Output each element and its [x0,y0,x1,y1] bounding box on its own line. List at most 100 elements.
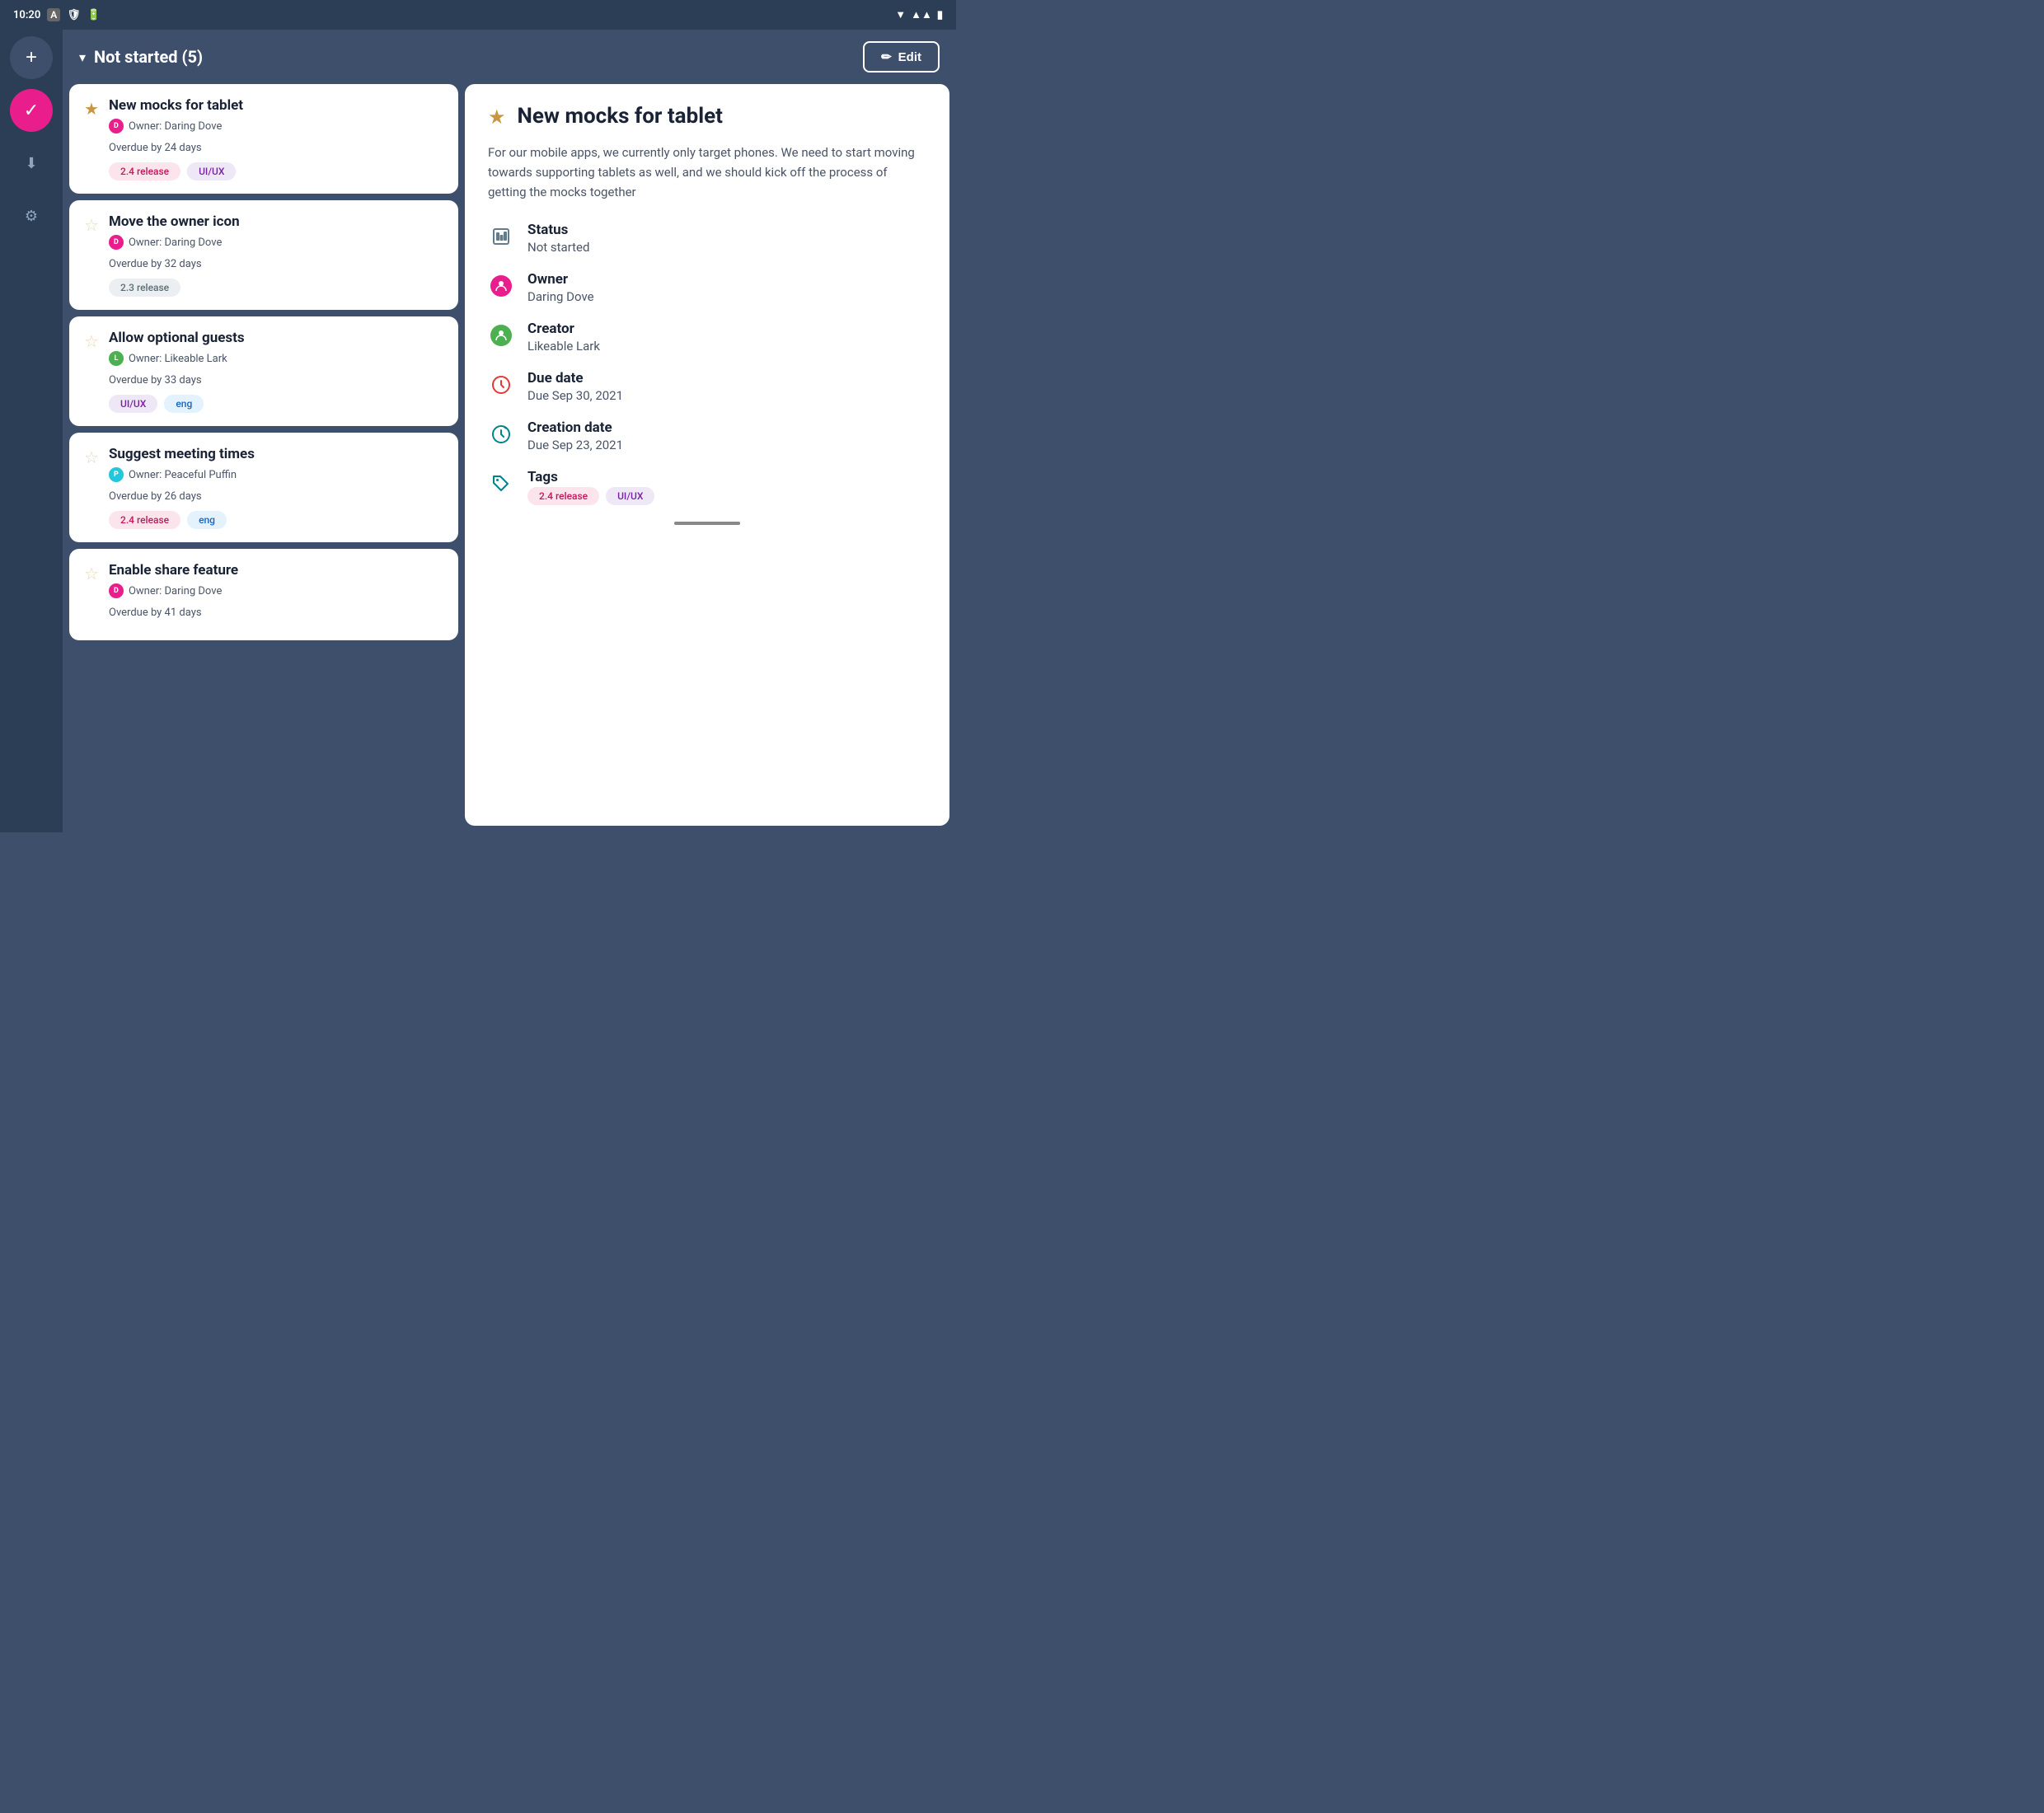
sidebar: + ✓ ⬇ ⚙ [0,30,63,832]
detail-field-owner: Owner Daring Dove [488,271,926,304]
detail-field-status: Status Not started [488,222,926,255]
star-filled-icon: ★ [488,105,506,129]
task-info: New mocks for tablet D Owner: Daring Dov… [109,97,443,137]
task-meta: D Owner: Daring Dove [109,583,443,598]
task-meta: D Owner: Daring Dove [109,119,443,134]
field-label: Creation date [527,419,926,436]
task-card[interactable]: ★ New mocks for tablet D Owner: Daring D… [69,84,458,194]
task-title: Suggest meeting times [109,446,443,462]
owner-avatar: L [109,351,124,366]
scroll-indicator [674,522,740,525]
edit-button[interactable]: ✏ Edit [863,41,940,73]
detail-field-creation-date: Creation date Due Sep 23, 2021 [488,419,926,452]
gear-icon: ⚙ [25,208,38,225]
fab-add-button[interactable]: + [10,36,53,79]
detail-field-due-date: Due date Due Sep 30, 2021 [488,370,926,403]
tag: eng [187,511,227,529]
task-info: Allow optional guests L Owner: Likeable … [109,330,443,369]
overdue-text: Overdue by 33 days [109,374,443,386]
owner-avatar: P [109,467,124,482]
sidebar-item-settings[interactable]: ⚙ [10,194,53,237]
sidebar-item-inbox[interactable]: ⬇ [10,142,53,185]
status-bar: 10:20 A 🛡 🔋 ▼ ▲▲ ▮ [0,0,956,30]
task-title: New mocks for tablet [109,97,443,114]
status-icon [488,223,514,250]
task-title: Allow optional guests [109,330,443,346]
task-card-header: ☆ Allow optional guests L Owner: Likeabl… [84,330,443,369]
sidebar-item-tasks[interactable]: ✓ [10,89,53,132]
task-info: Enable share feature D Owner: Daring Dov… [109,562,443,602]
task-list-panel: ★ New mocks for tablet D Owner: Daring D… [69,84,465,826]
pencil-icon: ✏ [881,49,892,64]
owner-avatar: D [109,583,124,598]
owner-name: Owner: Daring Dove [129,237,222,249]
tag: UI/UX [109,395,157,413]
detail-description: For our mobile apps, we currently only t… [488,143,926,202]
star-empty-icon: ☆ [84,564,99,583]
field-value: Due Sep 30, 2021 [527,388,926,403]
creator-icon [488,322,514,349]
owner-name: Owner: Daring Dove [129,585,222,597]
owner-name: Owner: Peaceful Puffin [129,469,237,481]
header: ▾ Not started (5) ✏ Edit [63,30,956,84]
task-tags: 2.4 release UI/UX [109,162,443,180]
header-left: ▾ Not started (5) [79,47,203,67]
task-info: Move the owner icon D Owner: Daring Dove [109,213,443,253]
task-title: Enable share feature [109,562,443,579]
app-layout: + ✓ ⬇ ⚙ ▾ Not started (5) ✏ Edit [0,30,956,832]
task-tags: 2.3 release [109,279,443,297]
detail-header: ★ New mocks for tablet [488,104,926,129]
field-value: Likeable Lark [527,339,926,354]
detail-tags: 2.4 release UI/UX [527,487,926,505]
tag-icon [488,471,514,497]
task-title: Move the owner icon [109,213,443,230]
check-circle-icon: ✓ [24,100,39,121]
tag: eng [164,395,204,413]
header-title: Not started (5) [94,47,203,67]
task-tags: UI/UX eng [109,395,443,413]
task-meta: P Owner: Peaceful Puffin [109,467,443,482]
field-value: Not started [527,240,926,255]
tag: 2.4 release [109,162,180,180]
tag: 2.3 release [109,279,180,297]
task-meta: D Owner: Daring Dove [109,235,443,250]
field-value: Daring Dove [527,289,926,304]
panels: ★ New mocks for tablet D Owner: Daring D… [63,84,956,832]
field-label: Creator [527,321,926,337]
signal-icon: ▲▲ [911,8,932,21]
field-label: Due date [527,370,926,386]
plus-icon: + [26,46,37,69]
star-filled-icon: ★ [84,99,99,119]
overdue-text: Overdue by 26 days [109,490,443,503]
chevron-down-icon[interactable]: ▾ [79,49,86,65]
task-card-header: ☆ Suggest meeting times P Owner: Peacefu… [84,446,443,485]
owner-name: Owner: Daring Dove [129,120,222,133]
task-card-header: ☆ Enable share feature D Owner: Daring D… [84,562,443,602]
status-bar-right: ▼ ▲▲ ▮ [895,8,943,21]
owner-avatar: D [109,119,124,134]
tag: UI/UX [187,162,236,180]
task-tags: 2.4 release eng [109,511,443,529]
task-card-header: ☆ Move the owner icon D Owner: Daring Do… [84,213,443,253]
content-area: ▾ Not started (5) ✏ Edit ★ New mocks for… [63,30,956,832]
overdue-text: Overdue by 41 days [109,607,443,619]
detail-field-tags: Tags 2.4 release UI/UX [488,469,926,505]
battery-level-icon: ▮ [937,9,943,21]
task-card[interactable]: ☆ Move the owner icon D Owner: Daring Do… [69,200,458,310]
overdue-text: Overdue by 32 days [109,258,443,270]
task-card[interactable]: ☆ Suggest meeting times P Owner: Peacefu… [69,433,458,542]
time-display: 10:20 [13,9,40,21]
task-card[interactable]: ☆ Enable share feature D Owner: Daring D… [69,549,458,640]
app-icon-a: A [47,8,60,21]
field-content: Owner Daring Dove [527,271,926,304]
detail-field-creator: Creator Likeable Lark [488,321,926,354]
battery-icon: 🔋 [87,9,101,21]
task-card[interactable]: ☆ Allow optional guests L Owner: Likeabl… [69,316,458,426]
tag: 2.4 release [109,511,180,529]
field-label: Tags [527,469,926,485]
owner-icon [488,273,514,299]
star-empty-icon: ☆ [84,331,99,351]
status-bar-left: 10:20 A 🛡 🔋 [13,8,101,21]
field-content: Due date Due Sep 30, 2021 [527,370,926,403]
shield-icon: 🛡 [67,9,81,21]
